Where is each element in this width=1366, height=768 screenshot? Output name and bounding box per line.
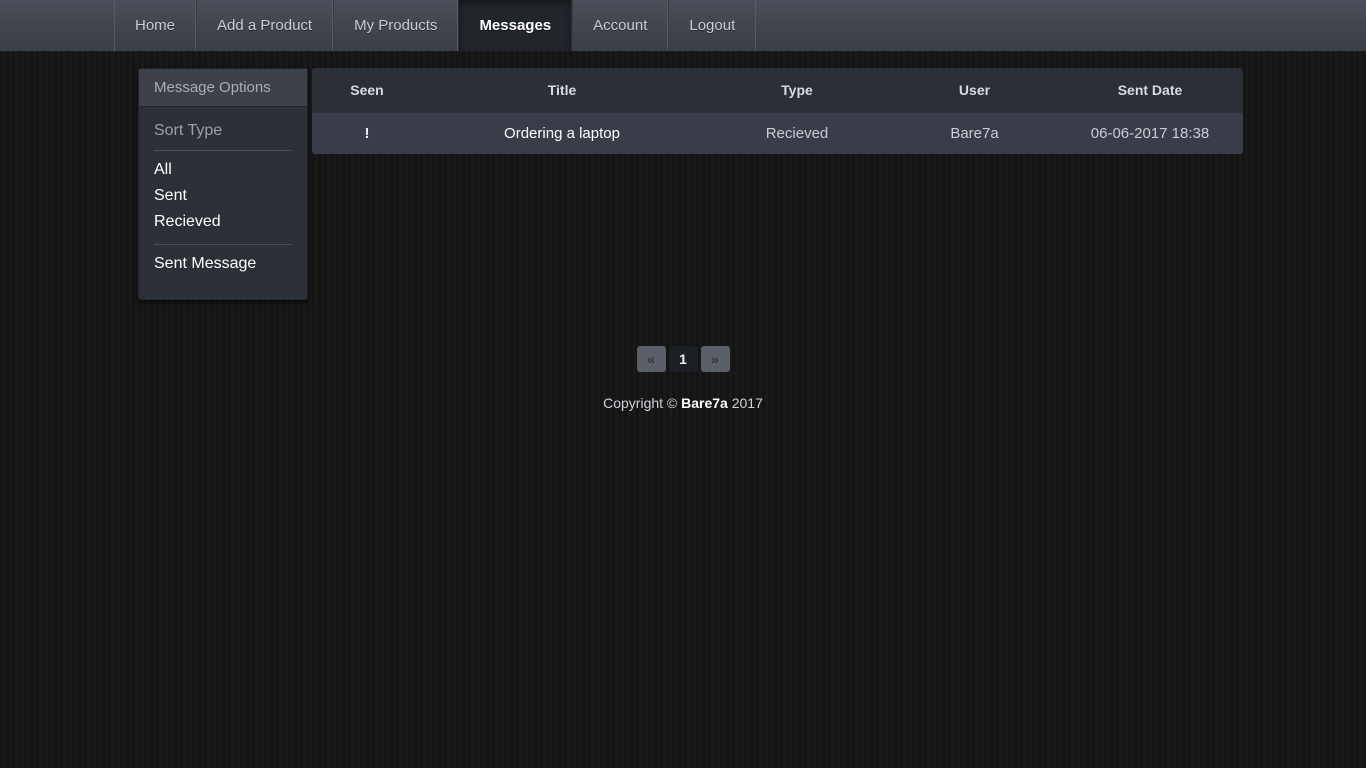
main-navbar: Home Add a Product My Products Messages … bbox=[0, 0, 1366, 52]
column-header-title: Title bbox=[422, 68, 702, 113]
unread-exclamation-icon: ! bbox=[364, 125, 370, 142]
navbar-left-spacer bbox=[0, 0, 115, 51]
sort-type-heading: Sort Type bbox=[154, 122, 223, 139]
cell-seen: ! bbox=[312, 112, 422, 154]
column-header-sent-date: Sent Date bbox=[1057, 68, 1243, 113]
sidebar-item-all[interactable]: All bbox=[154, 157, 292, 183]
column-header-seen: Seen bbox=[312, 68, 422, 113]
table-header-row: Seen Title Type User Sent Date bbox=[312, 68, 1243, 113]
column-header-type: Type bbox=[702, 68, 892, 113]
footer-copyright: Copyright © Bare7a 2017 bbox=[0, 395, 1366, 411]
cell-user: Bare7a bbox=[892, 112, 1057, 154]
pagination-next-button[interactable]: » bbox=[700, 346, 730, 372]
nav-item-messages[interactable]: Messages bbox=[458, 0, 573, 51]
cell-type: Recieved bbox=[702, 112, 892, 154]
copyright-prefix: Copyright © bbox=[603, 395, 682, 411]
nav-item-logout[interactable]: Logout bbox=[668, 0, 757, 51]
table-row[interactable]: ! Ordering a laptop Recieved Bare7a 06-0… bbox=[312, 112, 1243, 154]
messages-table: Seen Title Type User Sent Date ! Orderin… bbox=[312, 68, 1243, 154]
table-head: Seen Title Type User Sent Date bbox=[312, 68, 1243, 113]
nav-item-account[interactable]: Account bbox=[572, 0, 669, 51]
divider-top bbox=[154, 150, 292, 151]
sidebar-item-recieved[interactable]: Recieved bbox=[154, 209, 292, 235]
sidebar-item-sent[interactable]: Sent bbox=[154, 183, 292, 209]
copyright-suffix: 2017 bbox=[727, 395, 763, 411]
cell-sent-date: 06-06-2017 18:38 bbox=[1057, 112, 1243, 154]
pagination: « 1 » bbox=[0, 346, 1366, 372]
panel-title: Message Options bbox=[139, 69, 307, 107]
divider-bottom bbox=[154, 244, 292, 245]
message-options-panel: Message Options Sort Type All Sent Recie… bbox=[138, 68, 308, 300]
pagination-page-1[interactable]: 1 bbox=[668, 346, 698, 372]
nav-item-my-products[interactable]: My Products bbox=[333, 0, 459, 51]
panel-body: Sort Type All Sent Recieved Sent Message bbox=[139, 107, 307, 277]
message-title-link[interactable]: Ordering a laptop bbox=[504, 125, 620, 142]
copyright-brand: Bare7a bbox=[681, 395, 728, 411]
nav-item-add-a-product[interactable]: Add a Product bbox=[196, 0, 334, 51]
cell-title: Ordering a laptop bbox=[422, 112, 702, 154]
pagination-prev-button[interactable]: « bbox=[636, 346, 666, 372]
column-header-user: User bbox=[892, 68, 1057, 113]
sidebar-item-sent-message[interactable]: Sent Message bbox=[154, 251, 292, 277]
nav-item-home[interactable]: Home bbox=[115, 0, 197, 51]
table-body: ! Ordering a laptop Recieved Bare7a 06-0… bbox=[312, 112, 1243, 154]
